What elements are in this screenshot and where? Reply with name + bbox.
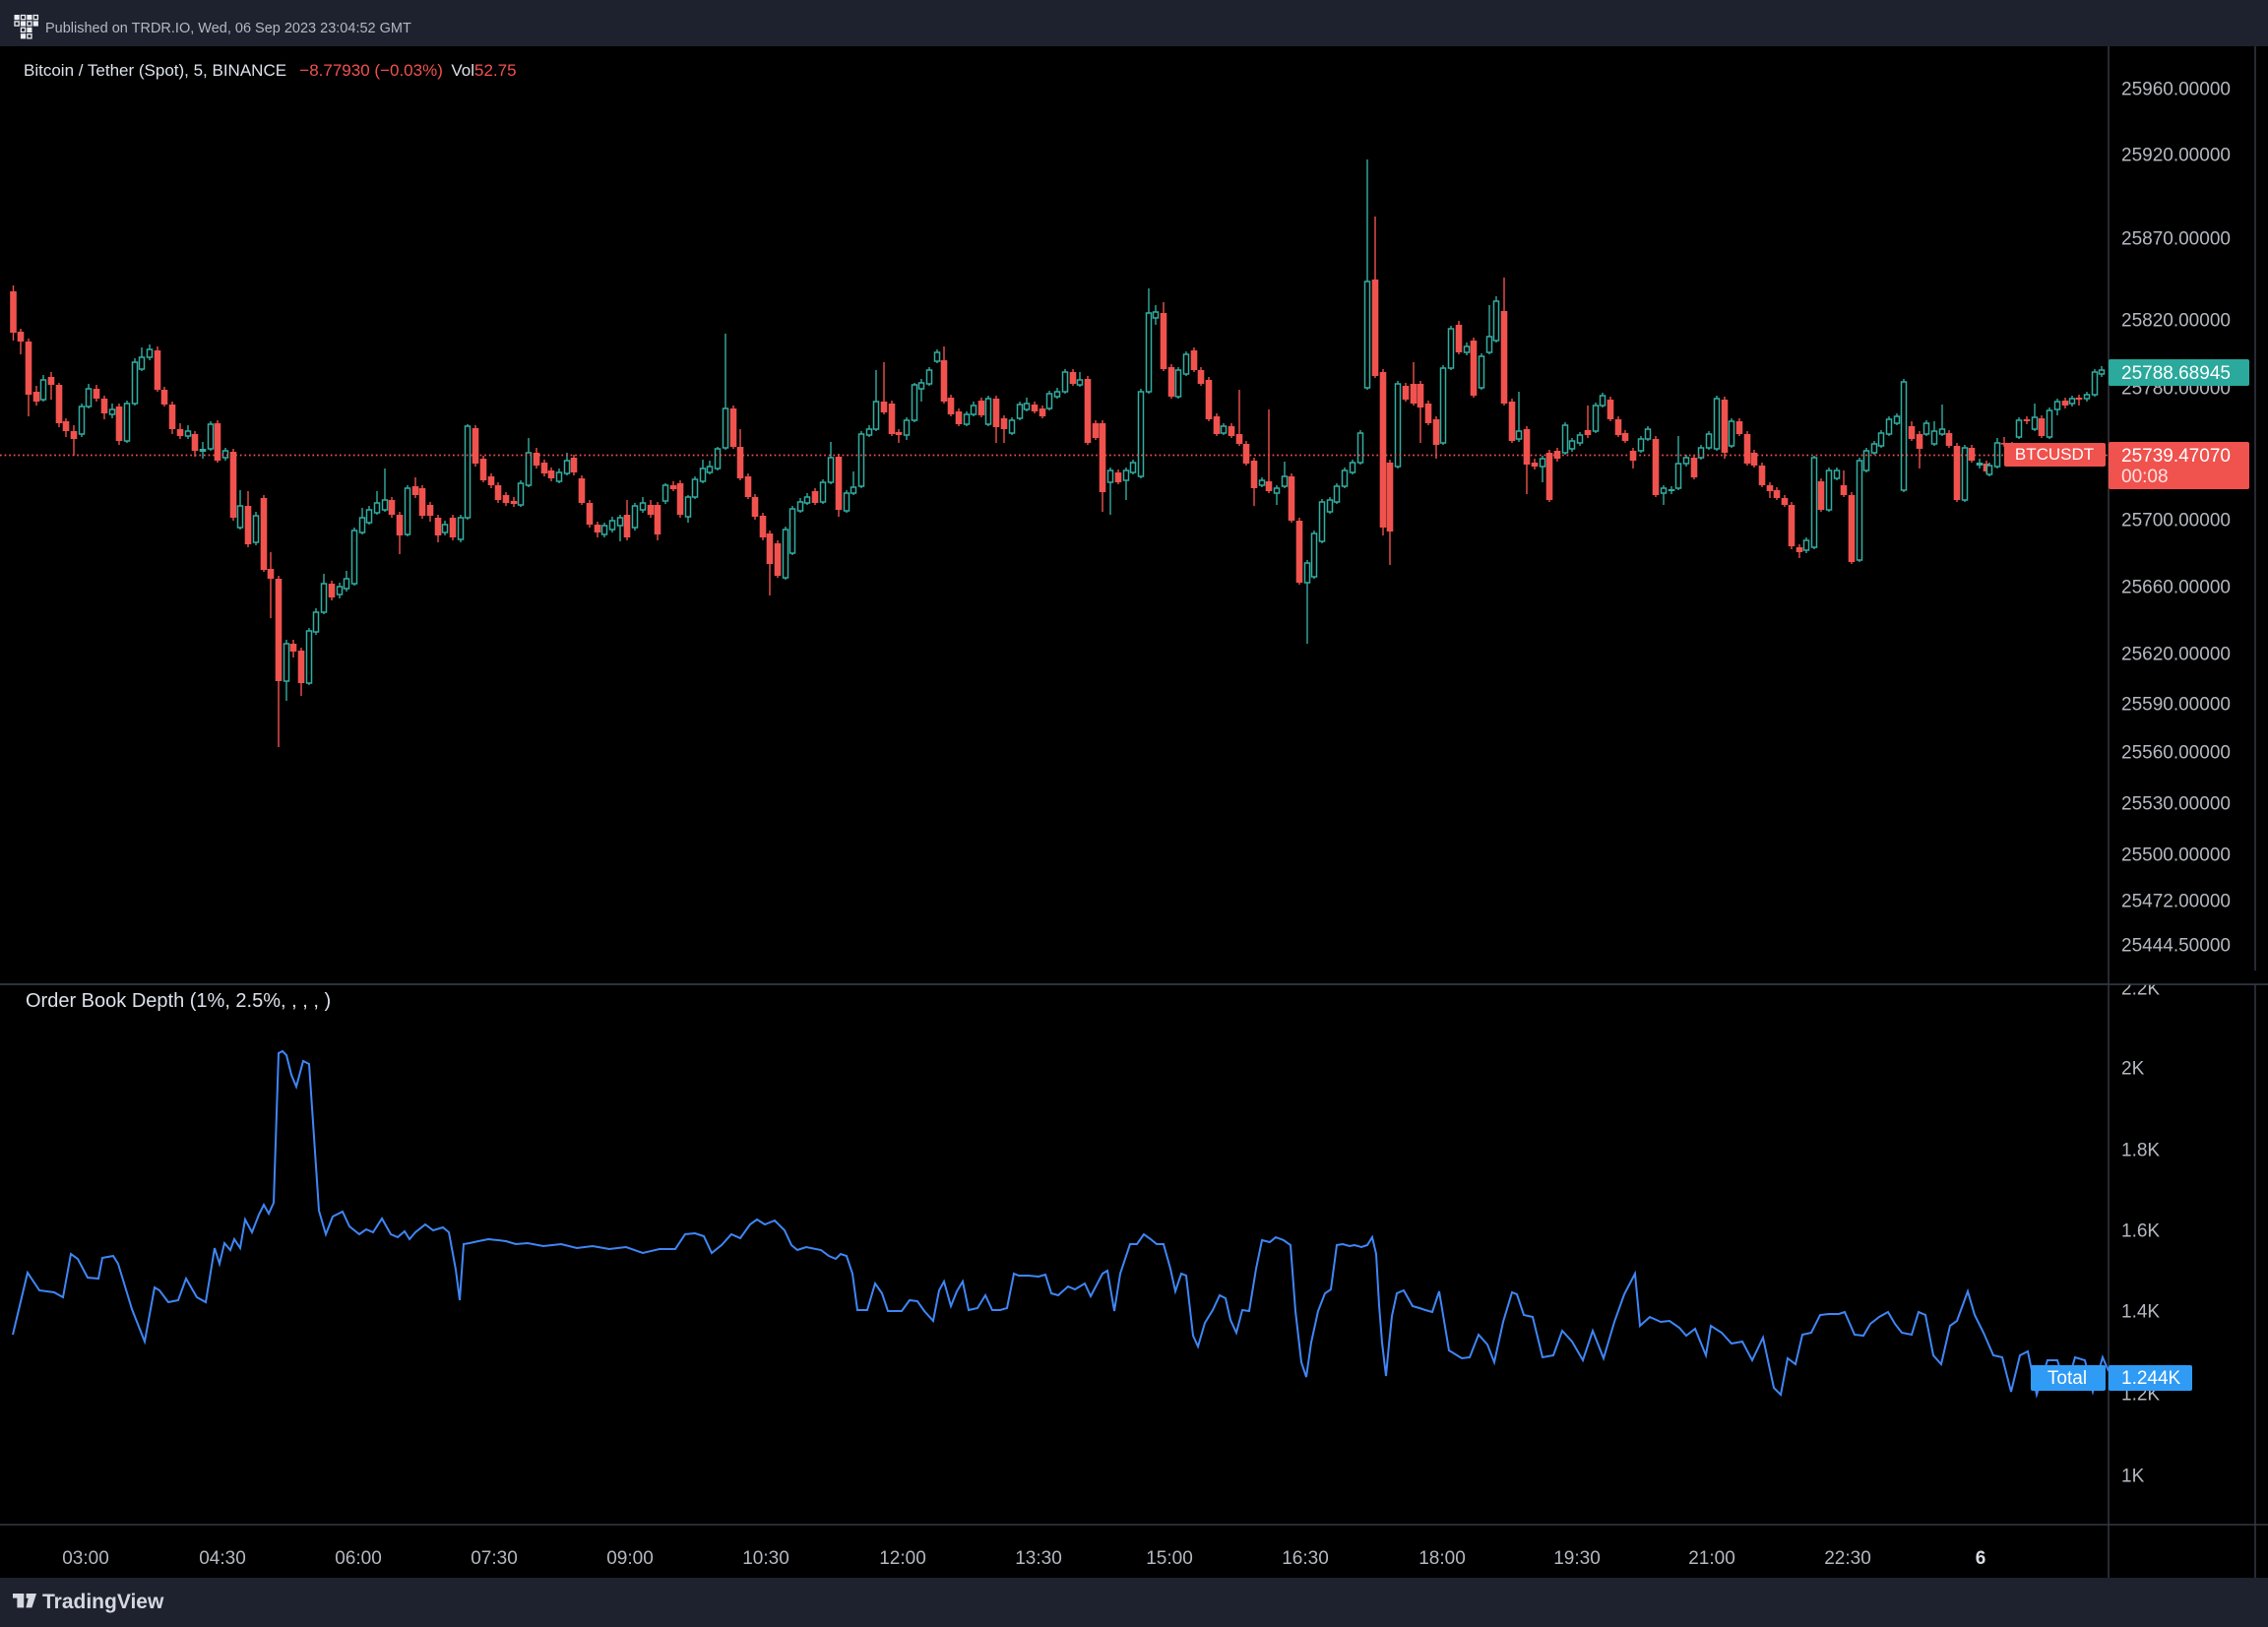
svg-text:1.244K: 1.244K — [2121, 1368, 2181, 1389]
svg-text:19:30: 19:30 — [1553, 1548, 1601, 1569]
svg-text:25590.00000: 25590.00000 — [2121, 695, 2231, 716]
svg-text:25960.00000: 25960.00000 — [2121, 80, 2231, 100]
svg-text:1.4K: 1.4K — [2121, 1302, 2160, 1323]
svg-text:09:00: 09:00 — [606, 1548, 654, 1569]
svg-text:13:30: 13:30 — [1015, 1548, 1062, 1569]
svg-text:25820.00000: 25820.00000 — [2121, 311, 2231, 332]
svg-text:1K: 1K — [2121, 1467, 2145, 1487]
svg-text:25870.00000: 25870.00000 — [2121, 229, 2231, 250]
svg-text:25530.00000: 25530.00000 — [2121, 794, 2231, 815]
svg-text:TradingView: TradingView — [42, 1591, 164, 1613]
svg-text:25620.00000: 25620.00000 — [2121, 645, 2231, 665]
svg-text:18:00: 18:00 — [1418, 1548, 1466, 1569]
svg-text:25700.00000: 25700.00000 — [2121, 511, 2231, 532]
svg-text:21:00: 21:00 — [1688, 1548, 1735, 1569]
svg-text:03:00: 03:00 — [62, 1548, 109, 1569]
svg-text:25560.00000: 25560.00000 — [2121, 743, 2231, 764]
svg-text:25788.68945: 25788.68945 — [2121, 363, 2231, 384]
svg-text:Order Book Depth (1%, 2.5%, ,: Order Book Depth (1%, 2.5%, , , , ) — [26, 990, 331, 1012]
svg-text:07:30: 07:30 — [471, 1548, 518, 1569]
svg-text:1.8K: 1.8K — [2121, 1141, 2160, 1161]
svg-text:1.6K: 1.6K — [2121, 1221, 2160, 1242]
svg-text:15:00: 15:00 — [1146, 1548, 1193, 1569]
svg-text:25660.00000: 25660.00000 — [2121, 578, 2231, 598]
svg-text:25500.00000: 25500.00000 — [2121, 845, 2231, 866]
svg-text:06:00: 06:00 — [335, 1548, 382, 1569]
svg-text:2K: 2K — [2121, 1059, 2145, 1080]
svg-text:22:30: 22:30 — [1824, 1548, 1871, 1569]
svg-text:00:08: 00:08 — [2121, 467, 2169, 487]
svg-text:Published on TRDR.IO, Wed, 06: Published on TRDR.IO, Wed, 06 Sep 2023 2… — [45, 21, 411, 36]
svg-text:BTCUSDT: BTCUSDT — [2015, 445, 2094, 464]
svg-text:16:30: 16:30 — [1282, 1548, 1329, 1569]
svg-text:25739.47070: 25739.47070 — [2121, 446, 2231, 467]
svg-text:Bitcoin / Tether (Spot), 5, BI: Bitcoin / Tether (Spot), 5, BINANCE −8.7… — [24, 61, 517, 80]
svg-text:25444.50000: 25444.50000 — [2121, 936, 2231, 957]
svg-text:10:30: 10:30 — [742, 1548, 789, 1569]
svg-text:04:30: 04:30 — [199, 1548, 246, 1569]
svg-text:Total: Total — [2048, 1368, 2087, 1389]
svg-text:12:00: 12:00 — [879, 1548, 926, 1569]
svg-text:6: 6 — [1976, 1548, 1986, 1569]
svg-text:25920.00000: 25920.00000 — [2121, 146, 2231, 166]
svg-text:25472.00000: 25472.00000 — [2121, 892, 2231, 912]
